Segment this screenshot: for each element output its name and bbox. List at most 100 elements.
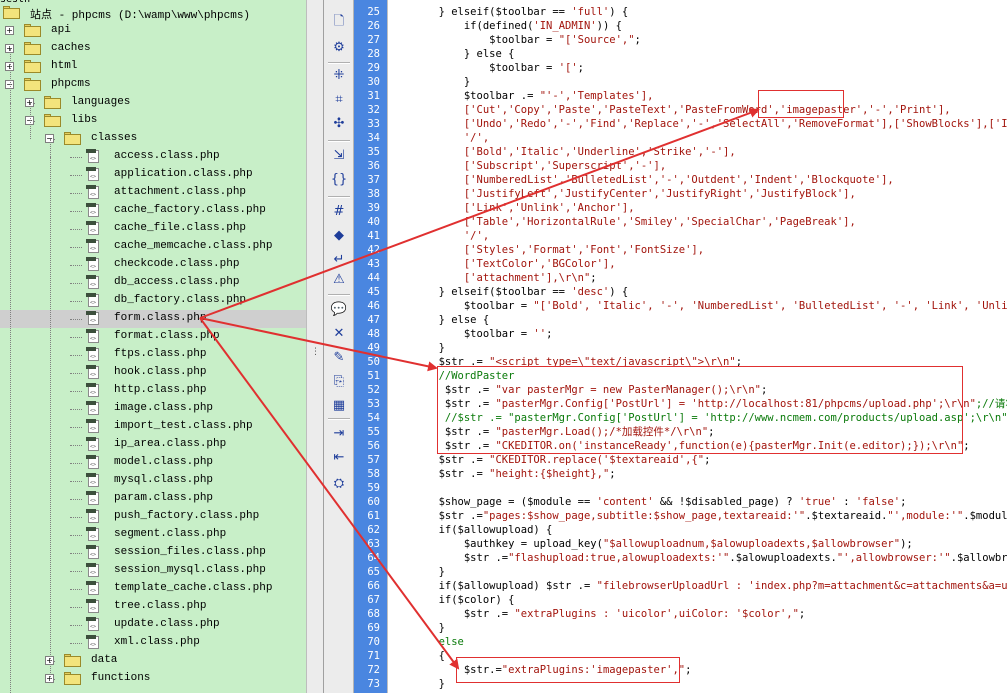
code-editor[interactable]: } elseif($toolbar == 'full') { if(define…: [387, 0, 1007, 693]
tree-file[interactable]: <> ip_area.class.php: [0, 436, 306, 454]
tree-file[interactable]: <> cache_factory.class.php: [0, 202, 306, 220]
line-number: 31: [367, 90, 380, 102]
tree-file[interactable]: <> ftps.class.php: [0, 346, 306, 364]
select-parent-icon[interactable]: ⇲: [329, 146, 349, 166]
folder-icon: [24, 24, 41, 37]
code-token: '[': [558, 62, 578, 74]
code-token: } elseif($toolbar ==: [388, 6, 572, 18]
code-token: 'IN_ADMIN': [533, 20, 597, 32]
tree-file[interactable]: <> form.class.php: [0, 310, 306, 328]
tree-folder[interactable]: + html: [0, 58, 306, 76]
tree-file[interactable]: <> session_mysql.class.php: [0, 562, 306, 580]
collapse-icon[interactable]: ✣: [329, 114, 349, 134]
tree-item-label: classes: [91, 132, 138, 144]
code-token: ['Link','Unlink','Anchor'],: [388, 202, 635, 214]
tree-file[interactable]: <> import_test.class.php: [0, 418, 306, 436]
tree-file[interactable]: <> access.class.php: [0, 148, 306, 166]
tree-item-label: ftps.class.php: [114, 348, 207, 360]
tree-file[interactable]: <> update.class.php: [0, 616, 306, 634]
line-number: 62: [367, 524, 380, 536]
tree-connector: [70, 445, 82, 446]
tree-folder[interactable]: − libs: [0, 112, 306, 130]
tree-connector: [70, 211, 82, 212]
line-number: 59: [367, 482, 380, 494]
code-line: } else {: [388, 47, 515, 61]
tree-connector: [70, 553, 82, 554]
tree-file[interactable]: <> image.class.php: [0, 400, 306, 418]
code-line: $toolbar = "['Source',";: [388, 33, 641, 47]
tree-file[interactable]: <> db_factory.class.php: [0, 292, 306, 310]
line-numbers-icon[interactable]: #: [329, 202, 349, 222]
move-css-icon[interactable]: ▦: [329, 396, 349, 416]
site-file-tree[interactable]: sesth 站点 - phpcms (D:\wamp\www\phpcms)+a…: [0, 0, 306, 693]
tree-folder[interactable]: + functions: [0, 670, 306, 688]
tree-file[interactable]: <> segment.class.php: [0, 526, 306, 544]
tree-file[interactable]: <> cache_memcache.class.php: [0, 238, 306, 256]
format-source-icon[interactable]: ⛭: [329, 474, 349, 494]
tree-file[interactable]: <> format.class.php: [0, 328, 306, 346]
code-line: '/',: [388, 229, 489, 243]
tree-file[interactable]: <> xml.class.php: [0, 634, 306, 652]
tree-item-label: phpcms: [51, 78, 91, 90]
tree-folder[interactable]: + caches: [0, 40, 306, 58]
tree-file[interactable]: <> hook.class.php: [0, 364, 306, 382]
indent-icon[interactable]: ⇥: [329, 424, 349, 444]
select-block-icon[interactable]: ⌗: [329, 90, 349, 110]
code-token: "flashupload:true,alowuploadexts:'": [508, 552, 730, 564]
tree-connector: [70, 157, 82, 158]
tree-file[interactable]: <> attachment.class.php: [0, 184, 306, 202]
tree-file[interactable]: <> session_files.class.php: [0, 544, 306, 562]
recent-snippets-icon[interactable]: ⎘: [329, 372, 349, 392]
panel-splitter[interactable]: ⋮: [306, 0, 324, 693]
tree-root[interactable]: 站点 - phpcms (D:\wamp\www\phpcms): [0, 4, 306, 22]
word-wrap-icon[interactable]: ↵: [329, 250, 349, 270]
code-token: ['Undo','Redo','-','Find','Replace','-',…: [388, 118, 1007, 130]
tree-folder[interactable]: + api: [0, 22, 306, 40]
tree-file[interactable]: <> param.class.php: [0, 490, 306, 508]
tree-folder[interactable]: + data: [0, 652, 306, 670]
tree-guide: [10, 49, 11, 103]
tree-file[interactable]: <> application.class.php: [0, 166, 306, 184]
line-number: 27: [367, 34, 380, 46]
code-token: ;: [685, 664, 692, 676]
tree-file[interactable]: <> tree.class.php: [0, 598, 306, 616]
tree-connector: [70, 535, 82, 536]
expand-toggle-icon[interactable]: +: [5, 26, 14, 35]
line-number: 32: [367, 104, 380, 116]
tree-folder[interactable]: − phpcms: [0, 76, 306, 94]
php-file-icon: <>: [86, 545, 100, 560]
new-document-icon[interactable]: 🗋: [329, 12, 349, 32]
expand-all-icon[interactable]: ⁜: [329, 66, 349, 86]
apply-comment-icon[interactable]: 💬: [329, 300, 349, 320]
gear-icon[interactable]: ⚙: [329, 38, 349, 58]
wrap-tag-icon[interactable]: ✎: [329, 348, 349, 368]
tree-file[interactable]: <> db_access.class.php: [0, 274, 306, 292]
tree-connector: [70, 373, 82, 374]
line-number: 63: [367, 538, 380, 550]
tree-folder[interactable]: − classes: [0, 130, 306, 148]
code-token: if(defined(: [388, 20, 534, 32]
code-line: ['Styles','Format','Font','FontSize'],: [388, 243, 704, 257]
line-number: 68: [367, 608, 380, 620]
php-file-icon: <>: [86, 491, 100, 506]
tree-file[interactable]: <> model.class.php: [0, 454, 306, 472]
outdent-icon[interactable]: ⇤: [329, 448, 349, 468]
tree-file[interactable]: <> http.class.php: [0, 382, 306, 400]
tree-file[interactable]: <> cache_file.class.php: [0, 220, 306, 238]
php-file-icon: <>: [86, 617, 100, 632]
tree-item-label: languages: [71, 96, 131, 108]
tree-folder[interactable]: + languages: [0, 94, 306, 112]
syntax-error-icon[interactable]: ⚠: [329, 270, 349, 290]
tree-file[interactable]: <> checkcode.class.php: [0, 256, 306, 274]
tree-file[interactable]: <> template_cache.class.php: [0, 580, 306, 598]
php-file-icon: <>: [86, 167, 100, 182]
tree-file[interactable]: <> push_factory.class.php: [0, 508, 306, 526]
remove-comment-icon[interactable]: ✕: [329, 324, 349, 344]
php-file-icon: <>: [86, 149, 100, 164]
code-token: "['Source',": [558, 34, 635, 46]
code-token: ;//请将此处: [975, 398, 1007, 410]
highlight-invalid-icon[interactable]: ◆: [329, 226, 349, 246]
tree-file[interactable]: <> mysql.class.php: [0, 472, 306, 490]
line-number: 61: [367, 510, 380, 522]
balance-braces-icon[interactable]: {}: [329, 170, 349, 190]
